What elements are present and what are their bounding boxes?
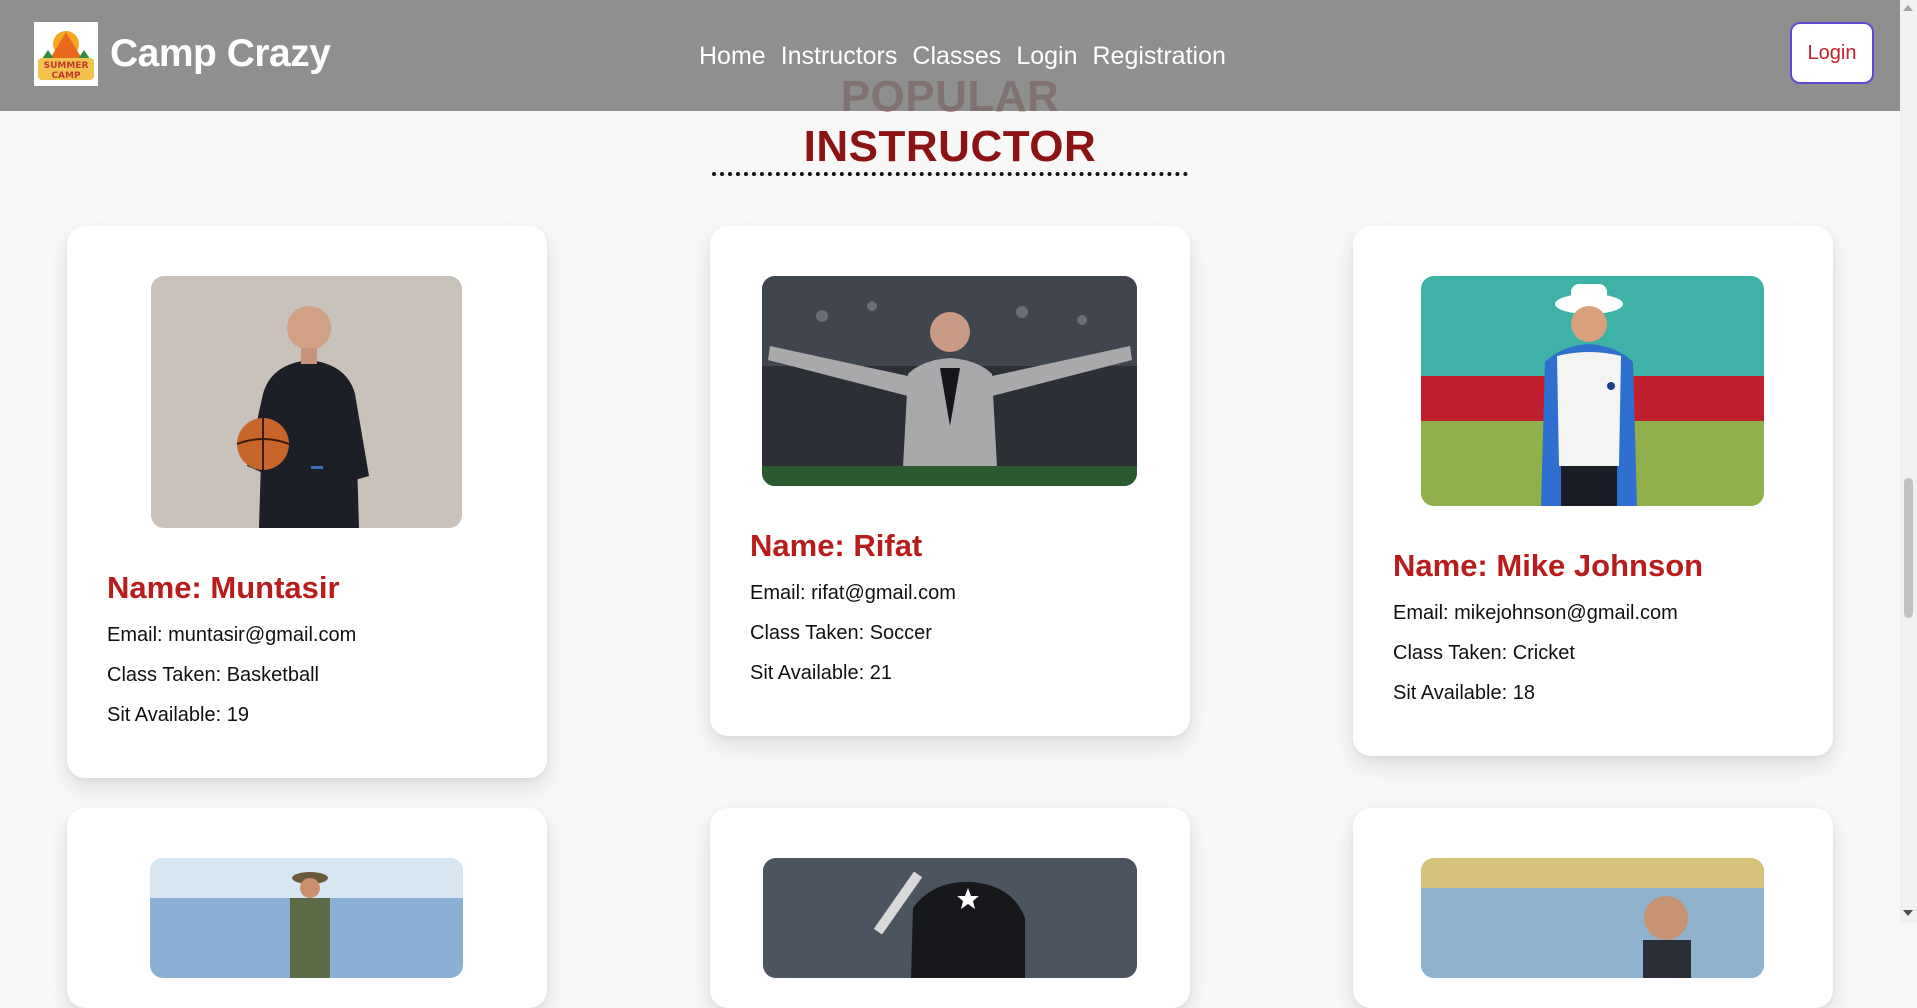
svg-text:CAMP: CAMP — [51, 71, 81, 81]
svg-text:SUMMER: SUMMER — [44, 61, 89, 71]
cricket-coach-image — [1421, 276, 1764, 506]
instructor-image — [1421, 858, 1764, 978]
scroll-up-icon[interactable] — [1903, 5, 1913, 11]
scroll-down-icon[interactable] — [1903, 910, 1913, 916]
instructor-card — [710, 808, 1190, 1008]
instructor-name: Name: Muntasir — [107, 570, 340, 605]
main-nav: Home Instructors Classes Login Registrat… — [699, 42, 1226, 71]
instructor-photo — [1421, 858, 1764, 978]
instructor-email: Email: muntasir@gmail.com — [107, 624, 357, 646]
instructor-card — [67, 808, 547, 1008]
instructor-seats: Sit Available: 19 — [107, 704, 249, 726]
soccer-coach-image — [762, 276, 1137, 486]
title-dotted-underline — [712, 172, 1188, 176]
instructor-image — [150, 858, 463, 978]
top-navbar: SUMMER CAMP Camp Crazy Home Instructors … — [0, 0, 1900, 111]
nav-login[interactable]: Login — [1016, 42, 1077, 71]
nav-classes[interactable]: Classes — [912, 42, 1001, 71]
nav-home[interactable]: Home — [699, 42, 766, 71]
summer-camp-logo-graphic: SUMMER CAMP — [34, 22, 98, 86]
instructor-seats: Sit Available: 18 — [1393, 682, 1535, 704]
summer-camp-logo[interactable]: SUMMER CAMP — [34, 22, 98, 86]
instructor-class: Class Taken: Soccer — [750, 622, 932, 644]
nav-registration[interactable]: Registration — [1092, 42, 1225, 71]
instructor-image — [763, 858, 1137, 978]
instructor-email: Email: rifat@gmail.com — [750, 582, 956, 604]
instructor-seats: Sit Available: 21 — [750, 662, 892, 684]
instructor-card — [1353, 808, 1833, 1008]
brand-name[interactable]: Camp Crazy — [110, 32, 331, 76]
login-button[interactable]: Login — [1790, 22, 1874, 84]
instructor-card: Name: Mike Johnson Email: mikejohnson@gm… — [1353, 226, 1833, 756]
instructor-photo — [150, 858, 463, 978]
instructor-email: Email: mikejohnson@gmail.com — [1393, 602, 1678, 624]
instructor-class: Class Taken: Basketball — [107, 664, 319, 686]
page-scrollbar[interactable] — [1900, 0, 1917, 923]
instructor-card: Name: Muntasir Email: muntasir@gmail.com… — [67, 226, 547, 778]
scrollbar-thumb[interactable] — [1904, 478, 1913, 618]
instructor-photo — [151, 276, 462, 528]
instructor-card: Name: Rifat Email: rifat@gmail.com Class… — [710, 226, 1190, 736]
basketball-coach-image — [151, 276, 462, 528]
instructor-photo — [762, 276, 1137, 486]
instructor-photo — [1421, 276, 1764, 506]
instructor-name: Name: Mike Johnson — [1393, 548, 1704, 583]
instructor-photo — [763, 858, 1137, 978]
instructor-name: Name: Rifat — [750, 528, 923, 563]
nav-instructors[interactable]: Instructors — [781, 42, 898, 71]
instructor-class: Class Taken: Cricket — [1393, 642, 1575, 664]
